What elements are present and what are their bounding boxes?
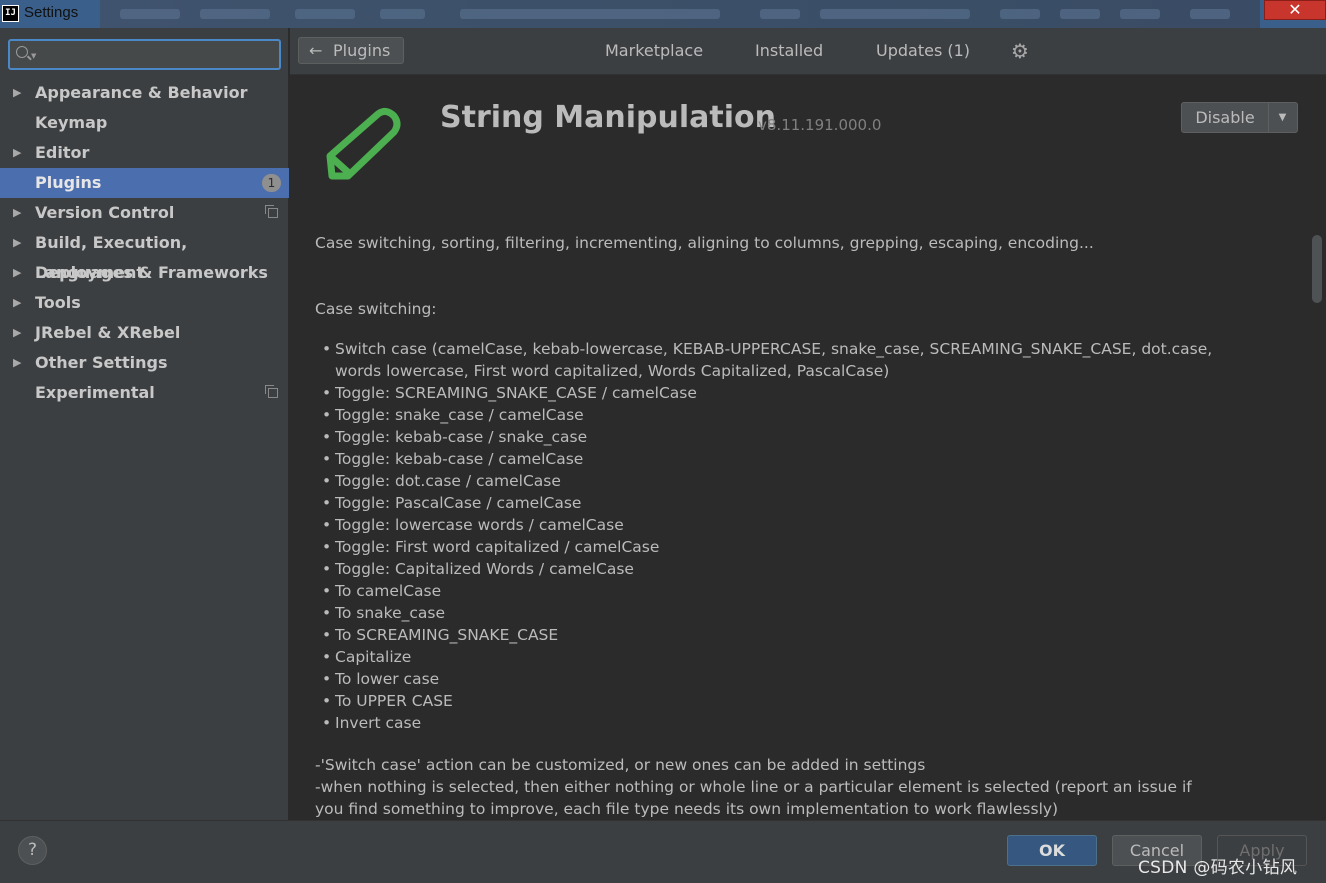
sidebar-item-build-execution-deployment[interactable]: ▶ Build, Execution, Deployment — [0, 228, 289, 282]
gear-icon[interactable]: ⚙ — [1011, 41, 1029, 61]
sidebar-item-experimental[interactable]: Experimental — [0, 378, 289, 408]
expand-arrow-icon[interactable]: ▶ — [13, 318, 21, 348]
settings-tree: ▶ Appearance & Behavior Keymap ▶ Editor Plugi… — [0, 78, 289, 408]
plugin-note: -'Switch case' action can be customized,… — [315, 756, 926, 774]
expand-arrow-icon[interactable]: ▶ — [13, 78, 21, 108]
back-button-label: Plugins — [333, 41, 391, 60]
tab-installed[interactable]: Installed — [755, 41, 823, 60]
feature-list-item: Toggle: dot.case / camelCase — [315, 470, 1215, 492]
feature-list-item: To snake_case — [315, 602, 1215, 624]
intellij-app-icon: IJ — [2, 5, 19, 22]
plugin-details-panel: String Manipulation v8.11.191.000.0 Disa… — [290, 76, 1326, 820]
sidebar-item-keymap[interactable]: Keymap — [0, 108, 289, 138]
background-ide-toolbar — [100, 0, 1260, 28]
sidebar-item-other-settings[interactable]: ▶ Other Settings — [0, 348, 289, 378]
close-window-button[interactable]: ✕ — [1264, 0, 1326, 20]
sidebar-item-label: Other Settings — [35, 353, 168, 372]
watermark: CSDN @码农小钻风 — [1138, 858, 1298, 878]
feature-list: Switch case (camelCase, kebab-lowercase,… — [315, 338, 1215, 734]
feature-list-item: To SCREAMING_SNAKE_CASE — [315, 624, 1215, 646]
tab-updates[interactable]: Updates (1) — [876, 41, 970, 60]
section-title: Case switching: — [315, 300, 437, 318]
plugin-version: v8.11.191.000.0 — [758, 116, 882, 134]
sidebar-item-label: JRebel & XRebel — [35, 323, 181, 342]
expand-arrow-icon[interactable]: ▶ — [13, 138, 21, 168]
tab-marketplace[interactable]: Marketplace — [605, 41, 703, 60]
feature-list-item: To lower case — [315, 668, 1215, 690]
sidebar-item-label: Tools — [35, 293, 81, 312]
plugin-notes: -'Switch case' action can be customized,… — [315, 754, 1215, 820]
feature-list-item: Toggle: PascalCase / camelCase — [315, 492, 1215, 514]
sidebar-item-tools[interactable]: ▶ Tools — [0, 288, 289, 318]
feature-list-item: Toggle: kebab-case / snake_case — [315, 426, 1215, 448]
help-button[interactable]: ? — [18, 836, 47, 865]
sidebar-item-version-control[interactable]: ▶ Version Control — [0, 198, 289, 228]
sidebar-item-label: Editor — [35, 143, 90, 162]
sidebar-item-languages-frameworks[interactable]: ▶ Languages & Frameworks — [0, 258, 289, 288]
feature-list-item: Toggle: kebab-case / camelCase — [315, 448, 1215, 470]
pencil-icon — [326, 107, 401, 180]
feature-list-item: Invert case — [315, 712, 1215, 734]
sidebar-item-label: Experimental — [35, 383, 155, 402]
window-title-bar: IJ Settings ✕ — [0, 0, 1326, 28]
sidebar-item-label: Languages & Frameworks — [35, 263, 268, 282]
sidebar-item-appearance-behavior[interactable]: ▶ Appearance & Behavior — [0, 78, 289, 108]
sidebar-item-label: Keymap — [35, 113, 108, 132]
sidebar-item-label: Plugins — [35, 173, 102, 192]
plugin-note: -when nothing is selected, then either n… — [315, 778, 1192, 818]
feature-list-item: Toggle: First word capitalized / camelCa… — [315, 536, 1215, 558]
expand-arrow-icon[interactable]: ▶ — [13, 258, 21, 288]
plugin-summary: Case switching, sorting, filtering, incr… — [315, 234, 1094, 252]
feature-list-item: Toggle: snake_case / camelCase — [315, 404, 1215, 426]
settings-search-input[interactable] — [42, 43, 272, 65]
feature-list-item: Capitalize — [315, 646, 1215, 668]
back-to-plugins-button[interactable]: ← Plugins — [298, 37, 404, 64]
feature-list-item: Toggle: Capitalized Words / camelCase — [315, 558, 1215, 580]
sidebar-item-label: Version Control — [35, 203, 175, 222]
plugin-description: Case switching, sorting, filtering, incr… — [315, 232, 1215, 820]
expand-arrow-icon[interactable]: ▶ — [13, 198, 21, 228]
disable-plugin-button[interactable]: Disable ▼ — [1181, 102, 1298, 133]
feature-list-item: To UPPER CASE — [315, 690, 1215, 712]
search-icon — [16, 46, 28, 58]
sidebar-item-label: Appearance & Behavior — [35, 83, 248, 102]
ok-button[interactable]: OK — [1007, 835, 1097, 866]
project-level-icon — [265, 385, 278, 398]
sidebar-item-editor[interactable]: ▶ Editor — [0, 138, 289, 168]
sidebar-item-plugins[interactable]: Plugins 1 — [0, 168, 289, 198]
plugin-name: String Manipulation — [440, 100, 776, 135]
updates-count-badge: 1 — [262, 174, 281, 192]
plugins-toolbar: ← Plugins Marketplace Installed Updates … — [290, 28, 1326, 75]
feature-list-item: To camelCase — [315, 580, 1215, 602]
expand-arrow-icon[interactable]: ▶ — [13, 288, 21, 318]
settings-sidebar: ▼ ▶ Appearance & Behavior Keymap ▶ Editor Plu… — [0, 28, 289, 820]
feature-list-item: Toggle: lowercase words / camelCase — [315, 514, 1215, 536]
sidebar-item-jrebel-xrebel[interactable]: ▶ JRebel & XRebel — [0, 318, 289, 348]
project-level-icon — [265, 205, 278, 218]
feature-list-item: Toggle: SCREAMING_SNAKE_CASE / camelCase — [315, 382, 1215, 404]
settings-search-box[interactable]: ▼ — [8, 39, 281, 70]
chevron-down-icon[interactable]: ▼ — [1268, 103, 1297, 132]
search-options-caret-icon[interactable]: ▼ — [31, 52, 36, 60]
disable-button-label[interactable]: Disable — [1182, 103, 1269, 132]
expand-arrow-icon[interactable]: ▶ — [13, 348, 21, 378]
expand-arrow-icon[interactable]: ▶ — [13, 228, 21, 258]
feature-list-item: Switch case (camelCase, kebab-lowercase,… — [315, 338, 1215, 382]
window-title: Settings — [24, 4, 79, 21]
dialog-footer: ? OK Cancel Apply CSDN @码农小钻风 — [0, 820, 1326, 883]
vertical-scrollbar[interactable] — [1312, 235, 1322, 303]
arrow-left-icon: ← — [309, 41, 323, 60]
